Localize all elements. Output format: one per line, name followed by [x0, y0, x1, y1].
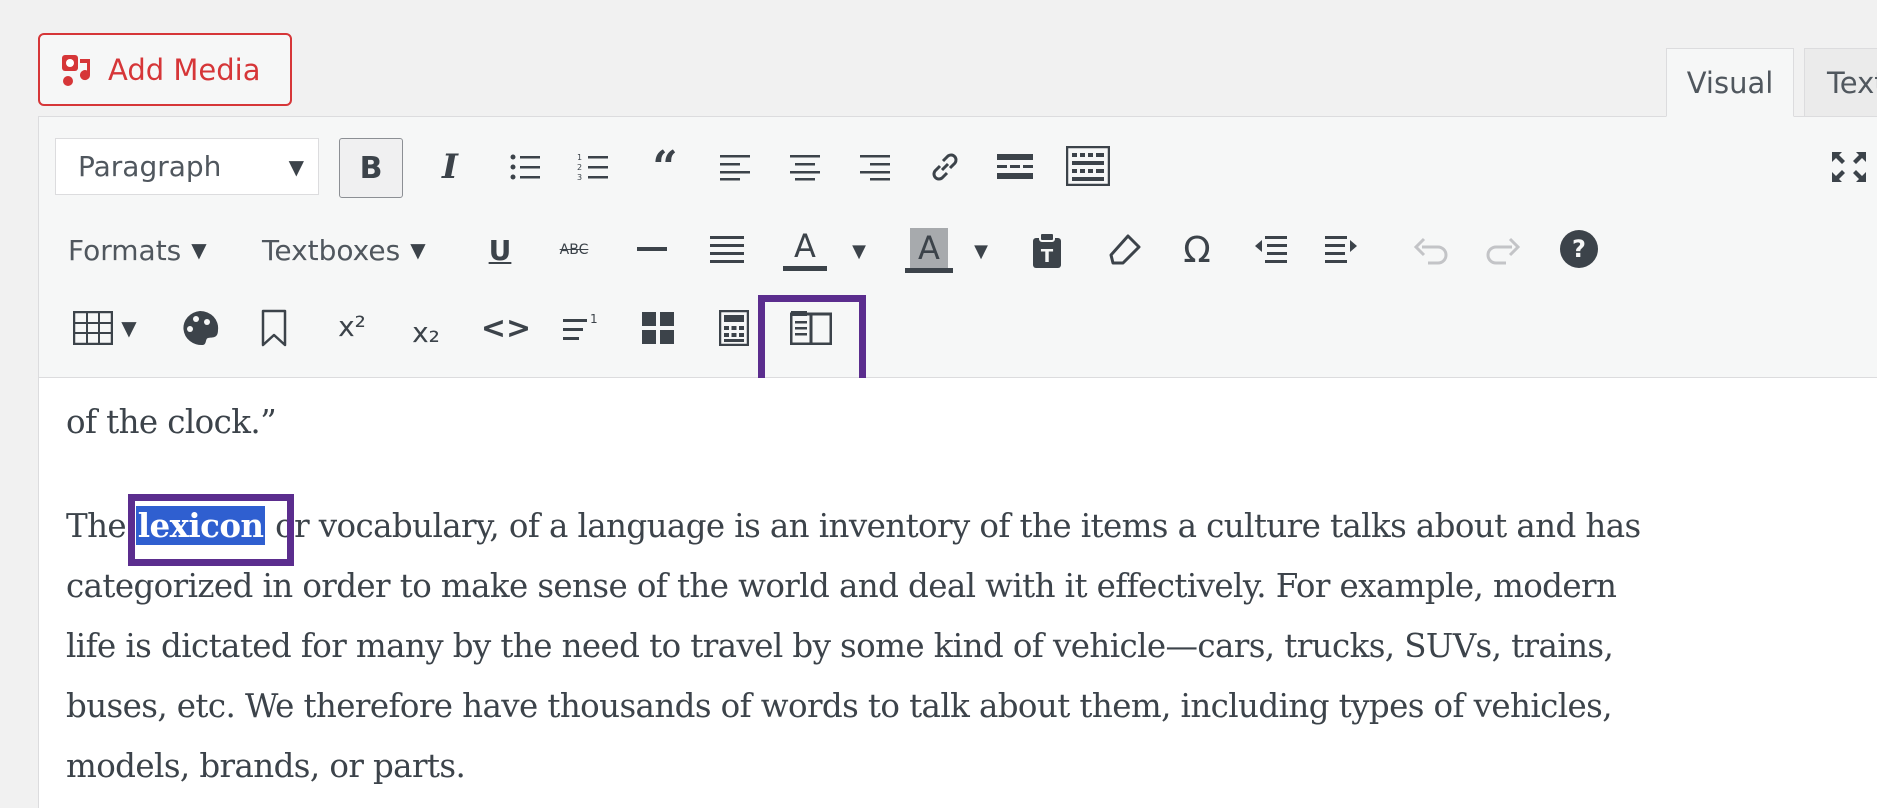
align-center-icon	[790, 155, 820, 181]
chevron-down-icon: ▼	[852, 240, 866, 262]
bookmark-icon	[261, 309, 287, 347]
table-icon	[73, 311, 114, 345]
svg-text:2: 2	[577, 163, 582, 172]
blockquote-button[interactable]: “	[640, 140, 690, 194]
tab-visual[interactable]: Visual	[1666, 48, 1794, 117]
palette-icon	[183, 310, 219, 346]
para-text-before: The	[66, 507, 136, 545]
glossary-book-icon	[790, 311, 832, 345]
subscript-button[interactable]: x₂	[400, 306, 452, 358]
read-more-button[interactable]	[990, 144, 1040, 190]
outdent-icon	[1255, 236, 1287, 263]
text-color-icon: A	[794, 226, 816, 265]
eraser-icon	[1109, 234, 1141, 265]
numbered-list-icon: 123	[577, 153, 608, 182]
numbered-list-button[interactable]: 123	[570, 144, 616, 190]
chevron-down-icon: ▼	[121, 316, 137, 340]
selected-word[interactable]: lexicon	[135, 506, 266, 545]
tab-text[interactable]: Text	[1804, 48, 1877, 117]
insert-link-button[interactable]	[920, 142, 970, 192]
clear-formatting-button[interactable]	[1102, 226, 1148, 274]
underline-button[interactable]: U	[480, 226, 520, 274]
superscript-button[interactable]: x²	[326, 300, 378, 352]
strikethrough-button[interactable]: ABC	[552, 230, 596, 270]
justify-icon	[710, 236, 744, 263]
toolbar-toggle-button[interactable]	[1060, 140, 1116, 192]
content-paragraph-line-1: The lexicon or vocabulary, of a language…	[66, 496, 1866, 556]
bulleted-list-button[interactable]	[502, 144, 548, 190]
bookmark-button[interactable]	[252, 302, 296, 354]
bulleted-list-icon	[510, 154, 540, 180]
para-text-after: or vocabulary, of a language is an inven…	[265, 507, 1641, 545]
content-paragraph-line-2: categorized in order to make sense of th…	[66, 567, 1617, 605]
chevron-down-icon: ▼	[410, 238, 426, 262]
content-paragraph-line-5: models, brands, or parts.	[66, 747, 466, 785]
emoji-button[interactable]	[176, 304, 224, 352]
shortcodes-button[interactable]	[636, 306, 680, 350]
redo-button[interactable]	[1480, 228, 1526, 272]
text-color-swatch	[783, 265, 827, 271]
horizontal-line-icon	[637, 247, 667, 251]
indent-button[interactable]	[1318, 228, 1364, 272]
svg-text:T: T	[1041, 246, 1054, 267]
textboxes-menu-label: Textboxes	[262, 233, 401, 267]
background-color-icon: A	[910, 227, 948, 268]
background-color-dropdown[interactable]: ▼	[968, 236, 994, 266]
format-select-value: Paragraph	[78, 150, 222, 183]
add-media-label: Add Media	[108, 52, 261, 87]
align-right-button[interactable]	[852, 144, 898, 190]
undo-button[interactable]	[1408, 228, 1454, 272]
outdent-button[interactable]	[1248, 228, 1294, 272]
undo-icon	[1414, 237, 1448, 265]
textboxes-menu[interactable]: Textboxes ▼	[262, 228, 426, 272]
horizontal-line-button[interactable]	[632, 230, 672, 270]
help-button[interactable]: ?	[1560, 230, 1598, 268]
blockquote-icon: “	[652, 141, 678, 193]
italic-button[interactable]: I	[428, 140, 472, 194]
redo-icon	[1486, 237, 1520, 265]
add-media-button[interactable]: Add Media	[38, 33, 292, 106]
fullscreen-icon	[1832, 152, 1866, 182]
justify-button[interactable]	[704, 228, 750, 272]
svg-text:1: 1	[590, 312, 598, 326]
read-more-icon	[997, 154, 1033, 179]
glossary-button[interactable]	[784, 304, 838, 352]
indent-icon	[1325, 236, 1357, 263]
content-paragraph-line-4: buses, etc. We therefore have thousands …	[66, 687, 1613, 725]
format-select[interactable]: Paragraph ▼	[55, 138, 319, 195]
formats-menu-label: Formats	[68, 233, 182, 267]
keyboard-toggle-icon	[1066, 146, 1110, 186]
media-icon	[62, 54, 91, 86]
background-color-swatch	[905, 267, 953, 273]
code-button[interactable]: <>	[480, 302, 532, 354]
align-left-button[interactable]	[712, 144, 758, 190]
calculator-icon	[719, 310, 749, 346]
chevron-down-icon: ▼	[288, 154, 304, 179]
special-character-button[interactable]: Ω	[1172, 224, 1222, 276]
paste-as-text-button[interactable]: T	[1024, 226, 1070, 274]
content-paragraph-line-3: life is dictated for many by the need to…	[66, 627, 1614, 665]
text-color-dropdown[interactable]: ▼	[846, 236, 872, 266]
align-left-icon	[720, 155, 750, 181]
text-color-button[interactable]: A	[780, 224, 830, 276]
chevron-down-icon: ▼	[974, 240, 988, 262]
clipboard-icon: T	[1033, 232, 1061, 268]
line-height-button[interactable]: 1	[558, 304, 604, 352]
content-line-top: of the clock.”	[66, 403, 277, 441]
grid-blocks-icon	[642, 312, 674, 344]
svg-text:3: 3	[577, 173, 582, 182]
line-height-icon: 1	[563, 312, 598, 340]
insert-table-button[interactable]: ▼	[62, 304, 148, 352]
chevron-down-icon: ▼	[191, 238, 207, 262]
align-right-icon	[860, 155, 890, 181]
bold-button[interactable]: B	[339, 138, 403, 198]
clipped-previous-line	[66, 352, 1866, 378]
fullscreen-button[interactable]	[1826, 144, 1872, 190]
calculator-button[interactable]	[712, 304, 756, 352]
formats-menu[interactable]: Formats ▼	[68, 228, 207, 272]
svg-text:1: 1	[577, 153, 582, 162]
background-color-button[interactable]: A	[902, 224, 956, 276]
align-center-button[interactable]	[782, 144, 828, 190]
link-icon	[932, 153, 958, 181]
